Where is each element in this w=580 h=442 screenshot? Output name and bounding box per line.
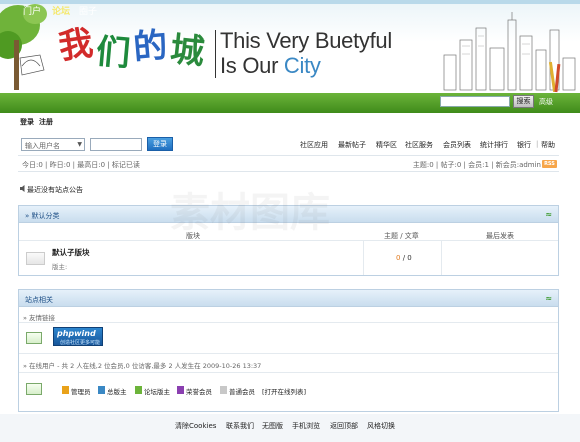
forum-name[interactable]: 默认子版块	[52, 247, 90, 258]
announcement-text: 最近没有站点公告	[27, 186, 83, 194]
pencils-illustration	[548, 61, 561, 93]
login-link[interactable]: 登录	[20, 118, 34, 126]
stats-bar: 今日:0 | 昨日:0 | 最高日:0 | 标记已读 主题:0 | 帖子:0 |…	[18, 155, 559, 172]
header-search-button[interactable]: 搜索	[513, 95, 534, 108]
nav-item-portal[interactable]: 门户	[23, 4, 41, 17]
column-divider	[363, 241, 364, 275]
slogan-line-2: Is Our City	[220, 53, 321, 78]
row-divider	[19, 353, 558, 354]
forum-icon	[26, 252, 45, 265]
super-mod-badge-icon	[98, 386, 105, 394]
honor-badge-icon	[177, 386, 184, 394]
online-users-summary: » 在线用户 - 共 2 人在线,2 位会员,0 位访客,最多 2 人发生在 2…	[23, 362, 262, 370]
member-badge-icon	[220, 386, 227, 394]
today-stats: 今日:0 | 昨日:0 | 最高日:0 | 标记已读	[22, 161, 140, 169]
footer-back-to-top[interactable]: 返回顶部	[330, 421, 358, 431]
username-placeholder: 输入用户名	[25, 142, 60, 150]
mod-badge-icon	[135, 386, 142, 394]
advanced-search-link[interactable]: 高级	[539, 97, 553, 107]
column-last-post: 最后发表	[486, 232, 514, 240]
login-button[interactable]: 登录	[147, 137, 173, 151]
menu-bank[interactable]: 银行	[517, 140, 531, 150]
online-icon	[26, 383, 42, 395]
nav-item-forum[interactable]: 论坛	[52, 4, 70, 17]
register-link[interactable]: 注册	[39, 118, 53, 126]
svg-text:城: 城	[168, 29, 206, 72]
slogan-divider	[215, 30, 216, 78]
header-search-input[interactable]	[440, 96, 510, 107]
logo-graphic: 我 们 的 城	[58, 23, 206, 75]
svg-text:的: 的	[132, 25, 169, 68]
menu-community-services[interactable]: 社区服务	[405, 140, 433, 150]
column-topics: 主题 / 文章	[384, 232, 419, 240]
forum-category-section: » 默认分类 ≈ 版块 主题 / 文章 最后发表 默认子版块 版主: 0 / 0	[18, 205, 559, 276]
menu-separator: |	[536, 140, 539, 148]
footer	[0, 414, 580, 442]
auth-links: 登录 注册	[20, 117, 58, 127]
forum-totals: 主题:0 | 帖子:0 | 会员:1 | 新会员:admin	[412, 161, 541, 169]
nav-item-groups[interactable]: 圈子	[79, 4, 97, 17]
rss-icon[interactable]: RSS	[542, 160, 557, 168]
legend-member: 普通会员	[229, 388, 255, 396]
admin-badge-icon	[62, 386, 69, 394]
menu-help[interactable]: 帮助	[541, 140, 555, 150]
legend-super-moderator: 总版主	[107, 388, 127, 396]
legend-admin: 管理员	[71, 388, 91, 396]
chevron-down-icon: ▼	[77, 141, 82, 148]
site-header: 站点相关 ≈	[19, 290, 558, 307]
row-divider	[19, 322, 558, 323]
password-input[interactable]	[90, 138, 142, 151]
site-related-section: 站点相关 ≈ » 友情链接 phpwind 创造社区更多可能 » 在线用户 - …	[18, 289, 559, 412]
forum-moderator: 版主:	[52, 263, 68, 271]
row-divider	[19, 372, 558, 373]
collapse-icon[interactable]: ≈	[545, 294, 552, 303]
footer-lite-version[interactable]: 无图版	[262, 421, 283, 431]
column-forum: 版块	[186, 232, 200, 240]
footer-mobile[interactable]: 手机浏览	[292, 421, 320, 431]
menu-member-list[interactable]: 会员列表	[443, 140, 471, 150]
menu-community-apps[interactable]: 社区应用	[300, 140, 328, 150]
menu-digest[interactable]: 精华区	[376, 140, 397, 150]
footer-clear-cookies[interactable]: 清除Cookies	[175, 421, 216, 431]
legend-moderator: 论坛版主	[144, 388, 170, 396]
username-input[interactable]: 输入用户名 ▼	[21, 138, 85, 151]
legend-honor-member: 荣誉会员	[186, 388, 212, 396]
footer-contact[interactable]: 联系我们	[226, 421, 254, 431]
category-table-header	[19, 228, 558, 241]
category-header: » 默认分类 ≈	[19, 206, 558, 223]
svg-text:我: 我	[58, 23, 95, 67]
friend-links-label: » 友情链接	[23, 314, 56, 322]
partner-tagline: 创造社区更多可能	[60, 340, 101, 346]
partner-name: phpwind	[57, 329, 96, 338]
svg-text:们: 们	[94, 32, 131, 75]
category-title[interactable]: » 默认分类	[25, 211, 60, 221]
site-title[interactable]: 站点相关	[25, 295, 53, 305]
phpwind-partner-logo[interactable]: phpwind 创造社区更多可能	[53, 327, 103, 346]
open-online-list-link[interactable]: [打开在线列表]	[262, 386, 306, 396]
slogan-line-1: This Very Buetyful	[220, 28, 392, 53]
forum-counts: 0 / 0	[396, 254, 412, 262]
links-icon	[26, 332, 42, 344]
collapse-icon[interactable]: ≈	[545, 210, 552, 219]
footer-style-switch[interactable]: 风格切换	[367, 421, 395, 431]
column-divider	[441, 241, 442, 275]
speaker-icon	[20, 185, 25, 192]
menu-latest-posts[interactable]: 最新帖子	[338, 140, 366, 150]
menu-rankings[interactable]: 统计排行	[480, 140, 508, 150]
